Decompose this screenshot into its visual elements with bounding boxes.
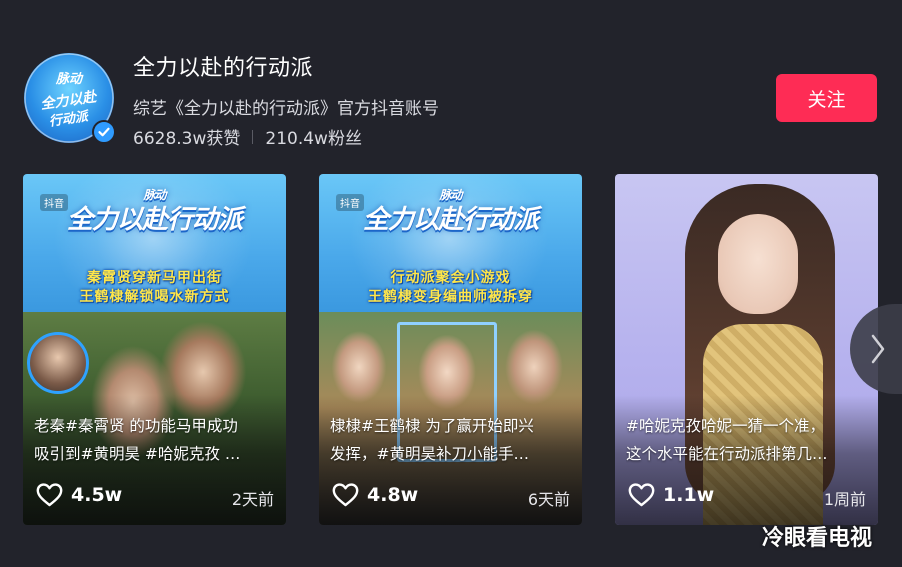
account-page: 脉动 全力以赴 行动派 全力以赴的行动派 综艺《全力以赴的行动派》官方抖音账号 …	[0, 0, 902, 567]
thumbnail-banner: 秦霄贤穿新马甲出街 王鹤棣解锁喝水新方式	[79, 270, 230, 305]
heart-icon	[36, 483, 63, 507]
video-caption: 老秦#秦霄贤 的功能马甲成功 吸引到#黄明昊 #哈妮克孜 …	[34, 417, 241, 463]
follow-button[interactable]: 关注	[776, 74, 877, 122]
video-likes: 4.5w	[36, 483, 122, 507]
stats-divider	[252, 129, 254, 144]
video-caption: 棣棣#王鹤棣 为了赢开始即兴 发挥，#黄明昊补刀小能手…	[330, 417, 534, 463]
thumbnail-brand: 脉动 全力以赴行动派	[66, 188, 243, 235]
video-card[interactable]: #哈妮克孜哈妮一猜一个准， 这个水平能在行动派排第几… 1.1w 1周前	[615, 174, 878, 525]
thumbnail-brand: 脉动 全力以赴行动派	[362, 188, 539, 235]
svg-text:行动派: 行动派	[48, 108, 91, 130]
account-description: 综艺《全力以赴的行动派》官方抖音账号	[133, 99, 439, 119]
account-stats: 6628.3w获赞 210.4w粉丝	[133, 124, 362, 149]
thumbnail-photo	[718, 214, 798, 314]
video-date: 1周前	[823, 490, 866, 509]
heart-icon	[332, 483, 359, 507]
thumbnail-banner: 行动派聚会小游戏 王鹤棣变身编曲师被拆穿	[368, 270, 533, 305]
svg-text:全力以赴: 全力以赴	[39, 88, 99, 113]
video-likes: 1.1w	[628, 483, 714, 507]
video-card[interactable]: 抖音 脉动 全力以赴行动派 行动派聚会小游戏 王鹤棣变身编曲师被拆穿 棣棣#王鹤…	[319, 174, 582, 525]
video-likes: 4.8w	[332, 483, 418, 507]
account-name: 全力以赴的行动派	[133, 56, 314, 81]
video-date: 6天前	[527, 490, 570, 509]
followers-count: 210.4w粉丝	[265, 129, 362, 149]
verified-badge-icon	[92, 120, 116, 144]
likes-count: 6628.3w获赞	[133, 129, 241, 149]
chevron-right-icon	[871, 334, 885, 364]
video-card[interactable]: 抖音 脉动 全力以赴行动派 秦霄贤穿新马甲出街 王鹤棣解锁喝水新方式 老秦#秦霄…	[23, 174, 286, 525]
watermark: 冷眼看电视	[762, 526, 873, 551]
avatar-brand-small: 脉动	[55, 71, 84, 87]
inset-portrait	[27, 332, 89, 394]
heart-icon	[628, 483, 655, 507]
video-date: 2天前	[231, 490, 274, 509]
video-caption: #哈妮克孜哈妮一猜一个准， 这个水平能在行动派排第几…	[626, 417, 828, 463]
